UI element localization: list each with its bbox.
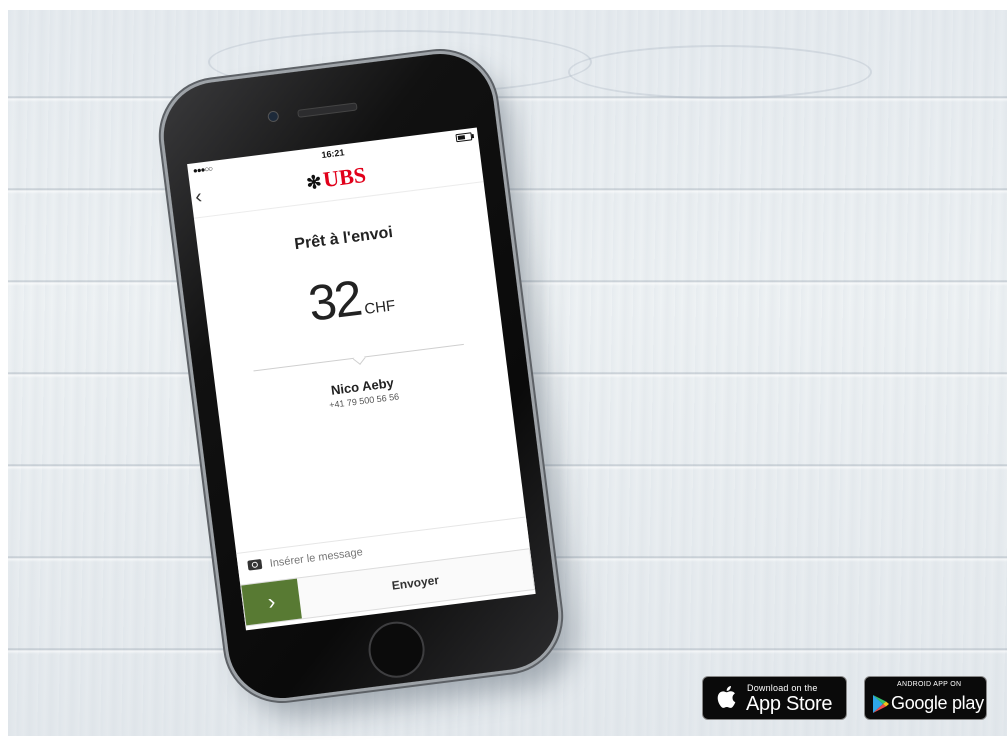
amount-value: 32 xyxy=(305,269,364,332)
front-camera xyxy=(267,110,280,123)
home-button[interactable] xyxy=(365,618,428,681)
apple-icon xyxy=(717,686,736,708)
google-play-icon xyxy=(873,695,889,713)
transfer-summary: Prêt à l'envoi 32CHF Nico Aeby +41 79 50… xyxy=(194,182,525,546)
brand-name: UBS xyxy=(321,161,368,193)
app-store-badge[interactable]: Download on the App Store xyxy=(702,676,847,720)
wood-knot xyxy=(568,45,872,99)
send-arrow-icon[interactable]: › xyxy=(241,578,302,626)
divider-notch xyxy=(352,352,366,365)
amount-currency: CHF xyxy=(363,297,397,318)
phone-screen: ●●●○○ 16:21 ‹ ✻UBS Prêt à l'envoi 32CHF … xyxy=(187,127,536,631)
google-play-small-text: ANDROID APP ON xyxy=(897,681,962,688)
earpiece-speaker xyxy=(297,102,358,118)
app-store-small-text: Download on the xyxy=(747,683,818,693)
transfer-amount: 32CHF xyxy=(203,252,500,346)
ubs-keys-icon: ✻ xyxy=(305,171,323,194)
camera-icon[interactable] xyxy=(247,558,263,571)
google-play-badge[interactable]: ANDROID APP ON Google play xyxy=(864,676,987,720)
app-store-big-text: App Store xyxy=(746,693,833,715)
google-play-big-text: Google play xyxy=(891,693,984,713)
